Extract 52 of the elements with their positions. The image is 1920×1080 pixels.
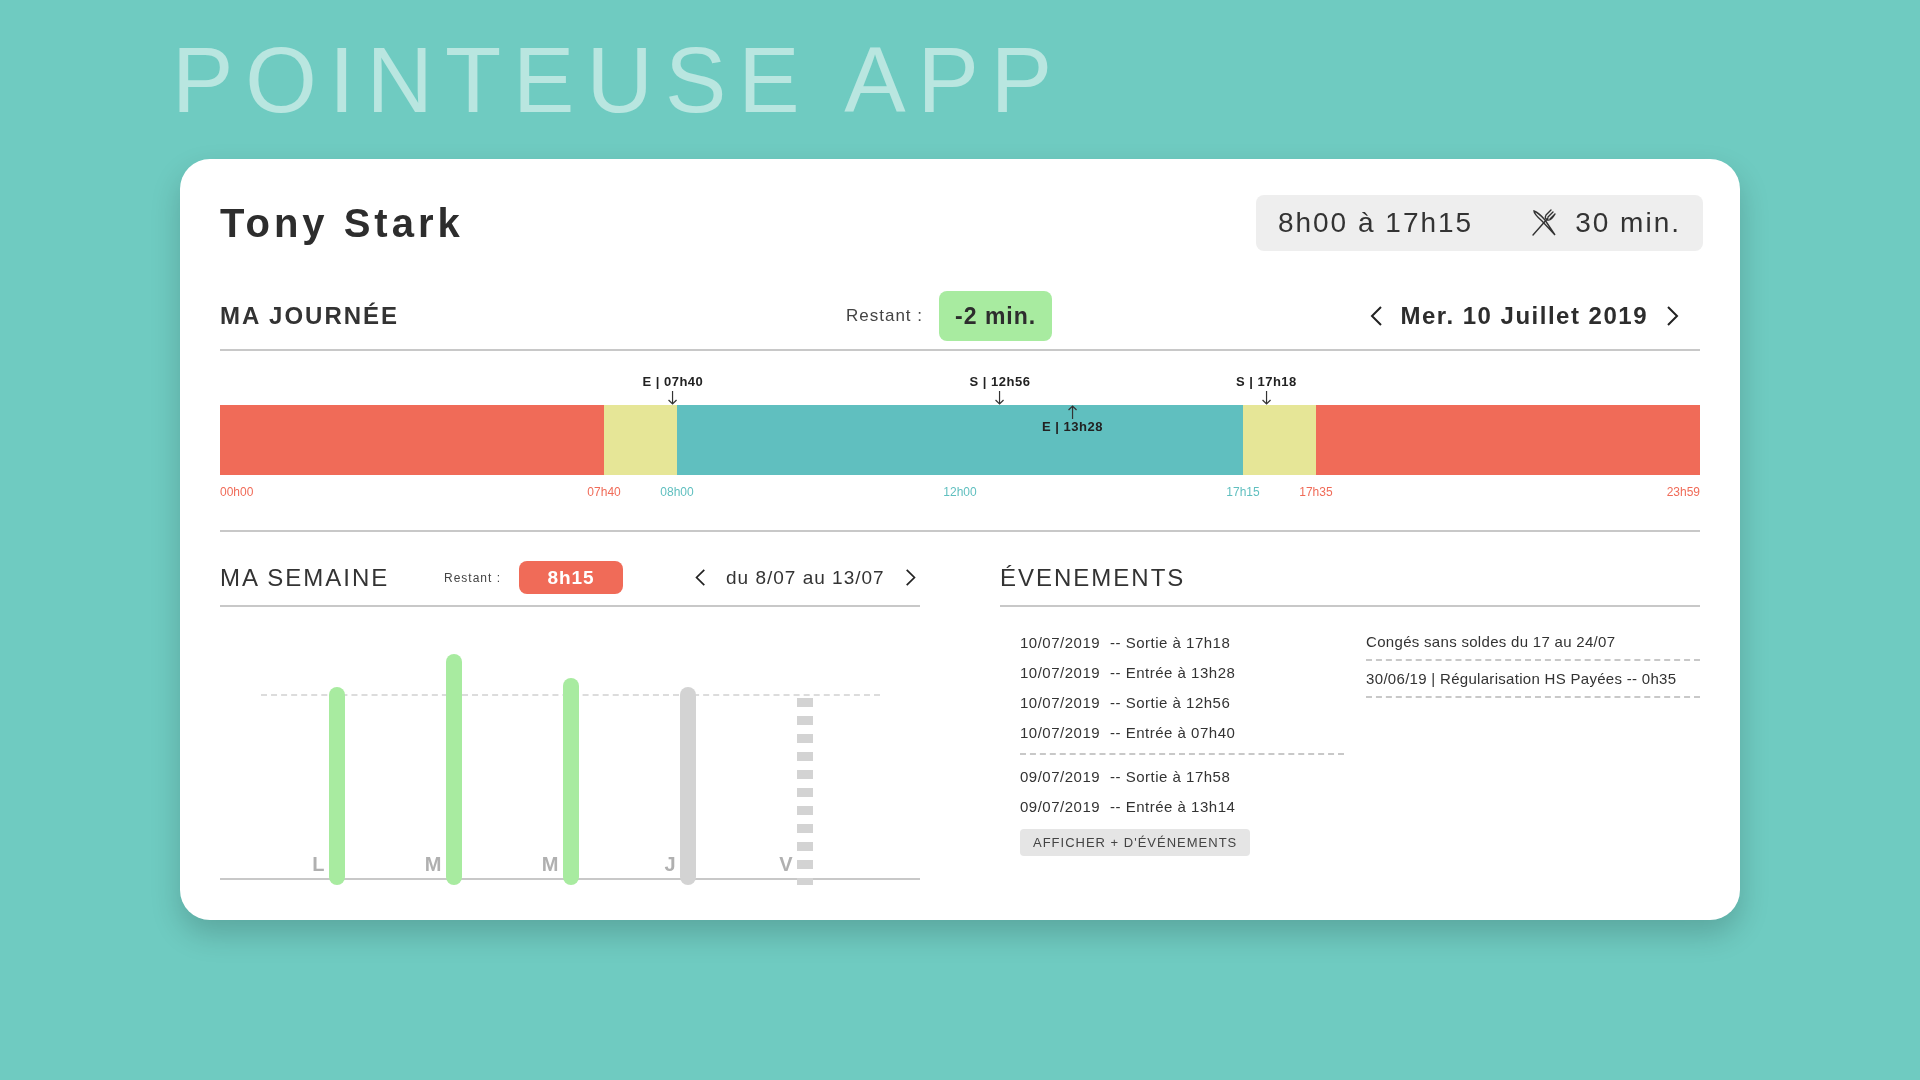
chevron-right-icon[interactable]: [904, 568, 917, 587]
chevron-left-icon[interactable]: [694, 568, 706, 587]
time-tick: 08h00: [660, 485, 694, 499]
break-duration: 30 min.: [1575, 207, 1681, 239]
marker-label: E | 13h28: [1042, 419, 1103, 434]
event-date: 10/07/2019: [1020, 663, 1101, 681]
notice-text: 30/06/19 | Régularisation HS Payées -- 0h35: [1366, 664, 1700, 698]
event-date: 09/07/2019: [1020, 767, 1101, 785]
time-tick: 17h15: [1226, 485, 1260, 499]
remaining-badge: -2 min.: [939, 291, 1053, 341]
notice-text: Congés sans soldes du 17 au 24/07: [1366, 627, 1700, 661]
chevron-right-icon[interactable]: [1666, 305, 1680, 327]
event-text: -- Sortie à 17h58: [1110, 767, 1231, 785]
event-date: 10/07/2019: [1020, 693, 1101, 711]
employee-name: Tony Stark: [220, 200, 464, 246]
event-text: -- Entrée à 07h40: [1110, 723, 1236, 741]
arrow-up-icon: [1067, 405, 1078, 419]
remaining-label: Restant :: [444, 570, 502, 585]
event-date: 09/07/2019: [1020, 797, 1101, 815]
event-text: -- Sortie à 12h56: [1110, 693, 1231, 711]
day-letter: M: [424, 853, 442, 876]
remaining-label: Restant :: [846, 306, 924, 326]
marker-label: S | 17h18: [1235, 374, 1297, 389]
show-more-button[interactable]: AFFICHER + D'ÉVÉNEMENTS: [1020, 829, 1251, 856]
section-title: MA SEMAINE: [220, 563, 391, 592]
time-tick: 17h35: [1299, 485, 1333, 499]
time-tick: 00h00: [220, 485, 254, 499]
app-title: POINTEUSE APP: [172, 30, 1065, 130]
time-tick: 07h40: [587, 485, 621, 499]
schedule-hours: 8h00 à 17h15: [1277, 207, 1474, 239]
day-letter: V: [779, 853, 793, 876]
arrow-down-icon: [667, 391, 678, 405]
day-letter: M: [541, 853, 559, 876]
time-tick: 12h00: [943, 485, 977, 499]
section-title: MA JOURNÉE: [220, 302, 401, 330]
marker-label: S | 12h56: [969, 374, 1031, 389]
event-text: -- Entrée à 13h28: [1110, 663, 1236, 681]
section-title: ÉVENEMENTS: [1000, 563, 1187, 592]
arrow-down-icon: [1261, 391, 1272, 405]
day-letter: J: [664, 853, 676, 876]
arrow-down-icon: [994, 391, 1005, 405]
chevron-left-icon[interactable]: [1368, 305, 1383, 327]
event-text: -- Sortie à 17h18: [1110, 633, 1231, 651]
marker-label: E | 07h40: [642, 374, 704, 389]
time-tick: 23h59: [1666, 485, 1700, 499]
event-date: 10/07/2019: [1020, 633, 1101, 651]
day-letter: L: [312, 853, 325, 876]
remaining-badge: 8h15: [519, 561, 624, 594]
date-label: Mer. 10 Juillet 2019: [1400, 302, 1648, 330]
event-text: -- Entrée à 13h14: [1110, 797, 1236, 815]
event-date: 10/07/2019: [1020, 723, 1101, 741]
week-range: du 8/07 au 13/07: [726, 566, 885, 589]
